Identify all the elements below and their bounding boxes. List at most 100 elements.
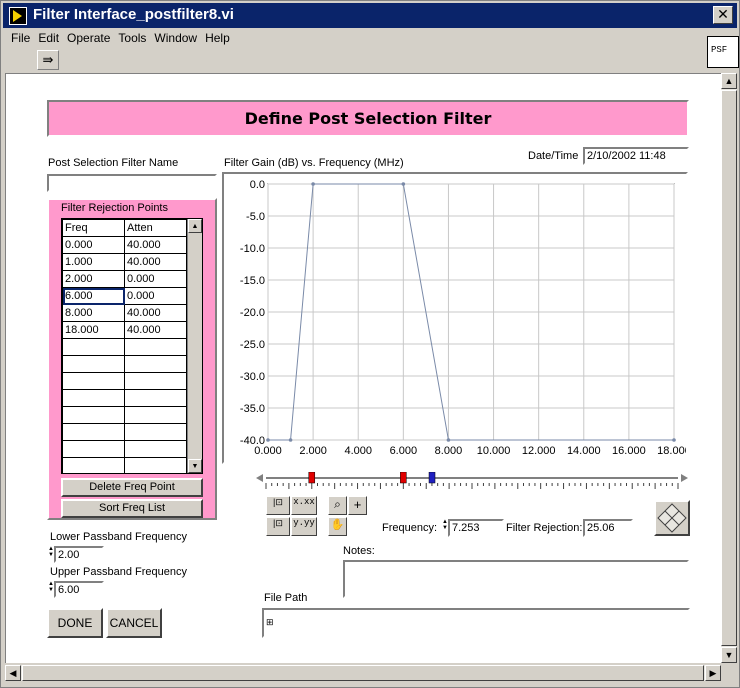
table-scroll-up-arrow-icon[interactable]: ▲	[188, 219, 202, 233]
scroll-down-arrow-icon[interactable]: ▼	[721, 647, 737, 663]
scroll-up-arrow-icon[interactable]: ▲	[721, 73, 737, 89]
menu-tools[interactable]: Tools	[114, 29, 150, 47]
filter-name-input[interactable]	[47, 174, 217, 192]
empty-cell[interactable]	[62, 355, 125, 373]
freq-cell[interactable]: 6.000	[62, 287, 125, 305]
y-format-button[interactable]: y.yy	[291, 517, 317, 536]
upper-passband-input[interactable]: 6.00	[54, 581, 104, 598]
empty-cell[interactable]	[62, 423, 125, 441]
vertical-scroll-thumb[interactable]	[721, 90, 737, 646]
table-row[interactable]: 1.000 40.000	[62, 253, 187, 271]
empty-cell[interactable]	[124, 355, 187, 373]
empty-cell[interactable]	[62, 389, 125, 407]
empty-cell[interactable]	[124, 440, 187, 458]
empty-cell[interactable]	[62, 338, 125, 356]
frequency-field[interactable]: 7.253	[448, 519, 504, 537]
empty-cell[interactable]	[124, 389, 187, 407]
sort-freq-list-button[interactable]: Sort Freq List	[61, 499, 203, 518]
rejection-points-table[interactable]: Freq Atten 0.000 40.000 1.000 40.000 2.000 0.…	[61, 218, 203, 474]
atten-cell[interactable]: 0.000	[124, 287, 187, 305]
empty-cell[interactable]	[124, 406, 187, 424]
cursor-move-icon[interactable]	[654, 500, 690, 536]
table-row-empty[interactable]	[62, 389, 187, 407]
frequency-stepper[interactable]: ▲ ▼	[442, 519, 448, 537]
empty-cell[interactable]	[124, 372, 187, 390]
gain-data-point[interactable]	[311, 182, 315, 186]
menu-edit[interactable]: Edit	[34, 29, 63, 47]
zoom-icon[interactable]: ⌕	[328, 496, 347, 515]
delete-freq-point-button[interactable]: Delete Freq Point	[61, 478, 203, 497]
slider-cursor-marker[interactable]	[308, 472, 316, 484]
freq-cell[interactable]: 18.000	[62, 321, 125, 339]
table-row-empty[interactable]	[62, 423, 187, 441]
notes-textarea[interactable]	[343, 560, 689, 598]
gain-chart[interactable]: 0.000 2.000 4.000 6.000 8.000 10.000 12.000 14.…	[224, 174, 686, 462]
upper-passband-stepper[interactable]: ▲ ▼	[48, 581, 54, 599]
freq-cell[interactable]: 1.000	[62, 253, 125, 271]
horizontal-scroll-thumb[interactable]	[22, 665, 704, 681]
done-button[interactable]: DONE	[47, 608, 103, 638]
table-row-empty[interactable]	[62, 372, 187, 390]
menu-operate[interactable]: Operate	[63, 29, 114, 47]
x-format-button[interactable]: x.xx	[291, 496, 317, 515]
pan-hand-icon[interactable]: ✋	[328, 517, 347, 536]
atten-cell[interactable]: 40.000	[124, 236, 187, 254]
atten-cell[interactable]: 40.000	[124, 304, 187, 322]
run-arrow-icon[interactable]: ⇛	[37, 50, 59, 70]
lower-passband-stepper[interactable]: ▲ ▼	[48, 546, 54, 564]
atten-cell[interactable]: 0.000	[124, 270, 187, 288]
freq-cell[interactable]: 2.000	[62, 270, 125, 288]
table-row[interactable]: 18.000 40.000	[62, 321, 187, 339]
empty-cell[interactable]	[124, 457, 187, 473]
table-row[interactable]: 2.000 0.000	[62, 270, 187, 288]
empty-cell[interactable]	[62, 372, 125, 390]
atten-cell[interactable]: 40.000	[124, 253, 187, 271]
scroll-left-arrow-icon[interactable]: ◀	[5, 665, 21, 681]
crosshair-icon[interactable]: +	[348, 496, 367, 515]
empty-cell[interactable]	[62, 440, 125, 458]
browse-path-icon[interactable]: ⊞	[266, 617, 274, 628]
table-row-empty[interactable]	[62, 440, 187, 458]
menu-help[interactable]: Help	[201, 29, 234, 47]
freq-cell[interactable]: 0.000	[62, 236, 125, 254]
atten-cell[interactable]: 40.000	[124, 321, 187, 339]
lower-passband-input[interactable]: 2.00	[54, 546, 104, 563]
frequency-slider[interactable]	[256, 472, 688, 492]
table-scrollbar[interactable]: ▲ ▼	[187, 219, 202, 473]
slider-right-arrow-icon[interactable]	[681, 474, 688, 482]
gain-data-point[interactable]	[266, 438, 270, 442]
close-button[interactable]: ✕	[713, 6, 733, 24]
scroll-right-arrow-icon[interactable]: ▶	[705, 665, 721, 681]
table-row-empty[interactable]	[62, 457, 187, 473]
empty-cell[interactable]	[124, 423, 187, 441]
gain-data-point[interactable]	[288, 438, 293, 442]
gain-data-point[interactable]	[672, 438, 676, 442]
x-scale-lock-icon[interactable]: |⊡	[266, 496, 290, 515]
filter-rejection-field[interactable]: 25.06	[583, 519, 633, 537]
file-path-input[interactable]	[262, 608, 690, 638]
table-row-empty[interactable]	[62, 338, 187, 356]
resize-corner[interactable]	[721, 665, 737, 681]
cancel-button[interactable]: CANCEL	[106, 608, 162, 638]
slider-left-arrow-icon[interactable]	[256, 474, 263, 482]
empty-cell[interactable]	[124, 338, 187, 356]
table-scroll-down-arrow-icon[interactable]: ▼	[188, 459, 202, 473]
gain-data-point[interactable]	[446, 438, 451, 442]
table-row-empty[interactable]	[62, 406, 187, 424]
menu-file[interactable]: File	[3, 29, 34, 47]
y-scale-lock-icon[interactable]: |⊡	[266, 517, 290, 536]
table-row[interactable]: 6.000 0.000	[62, 287, 187, 305]
horizontal-scrollbar[interactable]: ◀ ▶	[5, 665, 721, 681]
vertical-scrollbar[interactable]: ▲ ▼	[721, 73, 737, 663]
table-row[interactable]: 8.000 40.000	[62, 304, 187, 322]
table-row-empty[interactable]	[62, 355, 187, 373]
freq-cell[interactable]: 8.000	[62, 304, 125, 322]
slider-cursor-marker[interactable]	[428, 472, 436, 484]
slider-cursor-marker[interactable]	[400, 472, 407, 484]
menu-window[interactable]: Window	[150, 29, 201, 47]
table-row[interactable]: 0.000 40.000	[62, 236, 187, 254]
gain-data-point[interactable]	[401, 182, 406, 186]
datetime-field[interactable]: 2/10/2002 11:48	[583, 147, 689, 165]
empty-cell[interactable]	[62, 457, 125, 473]
empty-cell[interactable]	[62, 406, 125, 424]
